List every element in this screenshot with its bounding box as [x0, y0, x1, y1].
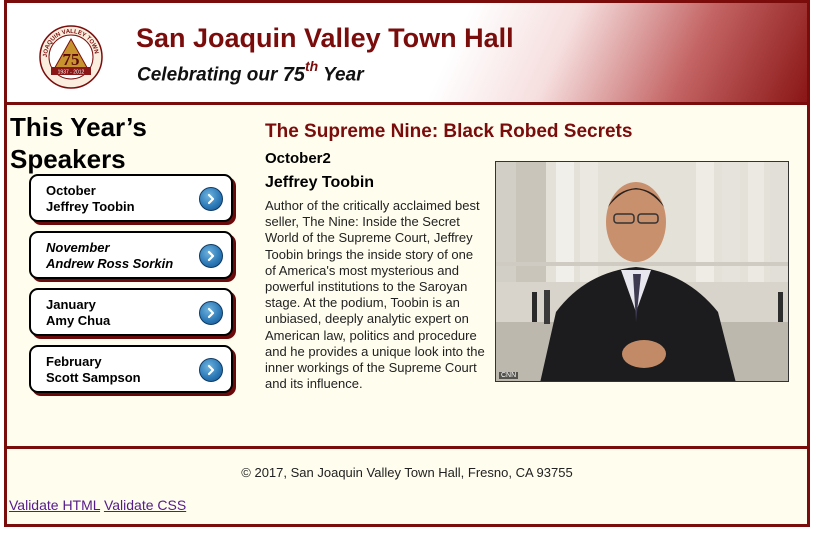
- speaker-link-january[interactable]: January Amy Chua: [29, 288, 233, 336]
- speaker-link-november[interactable]: November Andrew Ross Sorkin: [29, 231, 233, 279]
- arrow-right-icon[interactable]: [199, 244, 223, 268]
- speaker-month: January: [46, 297, 96, 312]
- speaker-month: February: [46, 354, 102, 369]
- sidebar-heading-line1: This Year’s: [10, 112, 147, 142]
- talk-description: Author of the critically acclaimed best …: [265, 198, 485, 392]
- speaker-month: October: [46, 183, 96, 198]
- logo-years: 1937 - 2012: [58, 70, 85, 76]
- site-tagline: Celebrating our 75th Year: [137, 58, 364, 87]
- copyright-text: © 2017, San Joaquin Valley Town Hall, Fr…: [241, 465, 573, 480]
- speaker-name: Jeffrey Toobin: [46, 199, 135, 214]
- logo-number: 75: [63, 50, 80, 69]
- tagline-before: Celebrating our: [137, 64, 283, 86]
- photo-credit: CNN: [499, 372, 519, 379]
- site-title: San Joaquin Valley Town Hall: [136, 23, 514, 53]
- arrow-right-icon[interactable]: [199, 187, 223, 211]
- validate-css-link[interactable]: Validate CSS: [104, 497, 186, 513]
- sidebar-heading-line2: Speakers: [10, 144, 126, 174]
- town-hall-logo[interactable]: SAN JOAQUIN VALLEY TOWN HALL 75 1937 - 2…: [37, 23, 105, 91]
- arrow-right-icon[interactable]: [199, 301, 223, 325]
- page-container: SAN JOAQUIN VALLEY TOWN HALL 75 1937 - 2…: [4, 0, 810, 527]
- site-header: SAN JOAQUIN VALLEY TOWN HALL 75 1937 - 2…: [7, 3, 807, 105]
- speaker-month: November: [46, 240, 110, 255]
- speaker-photo: CNN: [495, 161, 789, 382]
- arrow-right-icon[interactable]: [199, 358, 223, 382]
- speaker-name: Amy Chua: [46, 313, 111, 328]
- validator-links: Validate HTML Validate CSS: [9, 497, 186, 513]
- validate-html-link[interactable]: Validate HTML: [9, 497, 100, 513]
- speaker-link-february[interactable]: February Scott Sampson: [29, 345, 233, 393]
- talk-title: The Supreme Nine: Black Robed Secrets: [265, 121, 633, 142]
- talk-speaker-name: Jeffrey Toobin: [265, 174, 375, 191]
- sidebar-heading: This Year’s Speakers: [10, 111, 210, 175]
- footer-divider: [7, 446, 807, 449]
- tagline-after: Year: [318, 64, 364, 86]
- tagline-number: 75th: [282, 58, 319, 86]
- speaker-name: Andrew Ross Sorkin: [46, 256, 174, 271]
- talk-date: October2: [265, 150, 331, 167]
- speaker-link-october[interactable]: October Jeffrey Toobin: [29, 174, 233, 222]
- speaker-name: Scott Sampson: [46, 370, 141, 385]
- tagline-suffix: th: [304, 58, 319, 74]
